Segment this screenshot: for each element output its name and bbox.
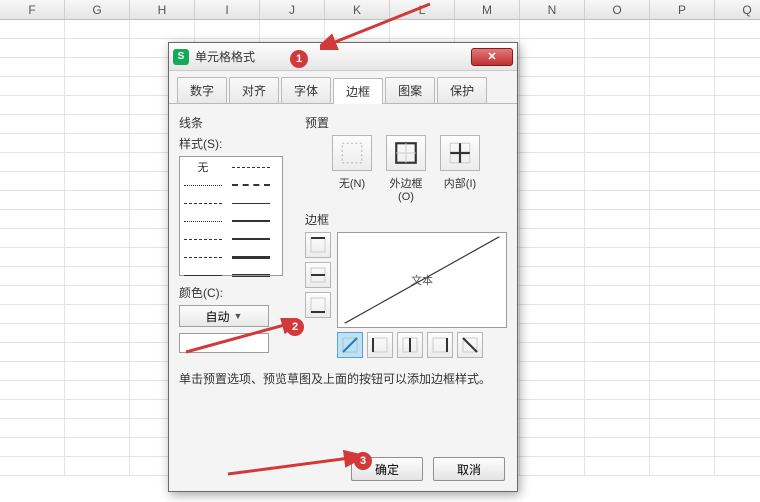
border-hmiddle-button[interactable] xyxy=(305,262,331,288)
titlebar[interactable]: S 单元格格式 ✕ xyxy=(169,43,517,71)
preset-none-icon xyxy=(339,140,365,166)
chevron-down-icon: ▼ xyxy=(234,311,243,321)
line-style-option[interactable] xyxy=(184,179,222,191)
preset-inner-icon xyxy=(447,140,473,166)
border-left-icon xyxy=(371,336,389,354)
line-section-label: 线条 xyxy=(179,114,289,131)
line-style-option[interactable] xyxy=(232,161,270,173)
col-header[interactable]: K xyxy=(325,0,390,19)
close-icon: ✕ xyxy=(487,50,496,63)
line-style-option[interactable] xyxy=(232,251,270,263)
border-diag-up-icon xyxy=(341,336,359,354)
col-header[interactable]: L xyxy=(390,0,455,19)
color-swatch[interactable] xyxy=(179,333,269,353)
col-header[interactable]: P xyxy=(650,0,715,19)
col-header[interactable]: I xyxy=(195,0,260,19)
border-preview[interactable]: 文本 xyxy=(337,232,507,328)
border-right-icon xyxy=(431,336,449,354)
border-bottom-button[interactable] xyxy=(305,292,331,318)
border-vmiddle-icon xyxy=(401,336,419,354)
line-style-option[interactable] xyxy=(232,233,270,245)
border-diag-up-button[interactable] xyxy=(337,332,363,358)
col-header[interactable]: F xyxy=(0,0,65,19)
line-style-option[interactable] xyxy=(184,233,222,245)
col-header[interactable]: H xyxy=(130,0,195,19)
color-dropdown[interactable]: 自动 ▼ xyxy=(179,305,269,327)
border-left-button[interactable] xyxy=(367,332,393,358)
col-header[interactable]: Q xyxy=(715,0,760,19)
line-style-list[interactable]: 无 xyxy=(179,156,283,276)
tab-protection[interactable]: 保护 xyxy=(437,77,487,103)
border-section-label: 边框 xyxy=(305,211,507,228)
preset-none-label: 无(N) xyxy=(331,175,373,191)
line-style-option[interactable] xyxy=(232,197,270,209)
line-style-none[interactable]: 无 xyxy=(184,161,222,173)
tab-pattern[interactable]: 图案 xyxy=(385,77,435,103)
cancel-button[interactable]: 取消 xyxy=(433,457,505,481)
col-header[interactable]: J xyxy=(260,0,325,19)
app-icon: S xyxy=(173,49,189,65)
border-vmiddle-button[interactable] xyxy=(397,332,423,358)
dialog-title: 单元格格式 xyxy=(195,48,471,65)
preset-outer-button[interactable] xyxy=(386,135,426,171)
preset-section-label: 预置 xyxy=(305,114,507,131)
tab-alignment[interactable]: 对齐 xyxy=(229,77,279,103)
preset-outer-icon xyxy=(393,140,419,166)
border-hmiddle-icon xyxy=(309,266,327,284)
dialog-body: 线条 样式(S): 无 xyxy=(169,104,517,395)
tab-number[interactable]: 数字 xyxy=(177,77,227,103)
hint-text: 单击预置选项、预览草图及上面的按钮可以添加边框样式。 xyxy=(179,370,507,387)
dialog-buttons: 确定 取消 xyxy=(351,457,505,481)
color-auto-label: 自动 xyxy=(206,308,230,325)
col-header[interactable]: G xyxy=(65,0,130,19)
line-style-option[interactable] xyxy=(232,215,270,227)
border-diag-down-button[interactable] xyxy=(457,332,483,358)
border-right-button[interactable] xyxy=(427,332,453,358)
column-header-row: F G H I J K L M N O P Q xyxy=(0,0,760,20)
line-style-option[interactable] xyxy=(232,179,270,191)
line-style-option[interactable] xyxy=(184,269,222,281)
col-header[interactable]: N xyxy=(520,0,585,19)
border-top-icon xyxy=(309,236,327,254)
tab-font[interactable]: 字体 xyxy=(281,77,331,103)
preview-text: 文本 xyxy=(411,272,433,288)
preset-outer-label: 外边框(O) xyxy=(385,175,427,203)
border-top-button[interactable] xyxy=(305,232,331,258)
preset-inner-button[interactable] xyxy=(440,135,480,171)
border-diag-down-icon xyxy=(461,336,479,354)
preset-inner-label: 内部(I) xyxy=(439,175,481,191)
style-label: 样式(S): xyxy=(179,135,289,152)
preset-none-button[interactable] xyxy=(332,135,372,171)
tab-strip: 数字 对齐 字体 边框 图案 保护 xyxy=(169,71,517,104)
cell-format-dialog: S 单元格格式 ✕ 数字 对齐 字体 边框 图案 保护 线条 样式(S): 无 xyxy=(168,42,518,492)
line-style-option[interactable] xyxy=(184,215,222,227)
border-bottom-icon xyxy=(309,296,327,314)
line-style-option[interactable] xyxy=(184,251,222,263)
line-style-option[interactable] xyxy=(184,197,222,209)
color-label: 颜色(C): xyxy=(179,284,289,301)
col-header[interactable]: M xyxy=(455,0,520,19)
ok-button[interactable]: 确定 xyxy=(351,457,423,481)
col-header[interactable]: O xyxy=(585,0,650,19)
close-button[interactable]: ✕ xyxy=(471,48,513,66)
line-style-option[interactable] xyxy=(232,269,270,281)
tab-border[interactable]: 边框 xyxy=(333,78,383,104)
